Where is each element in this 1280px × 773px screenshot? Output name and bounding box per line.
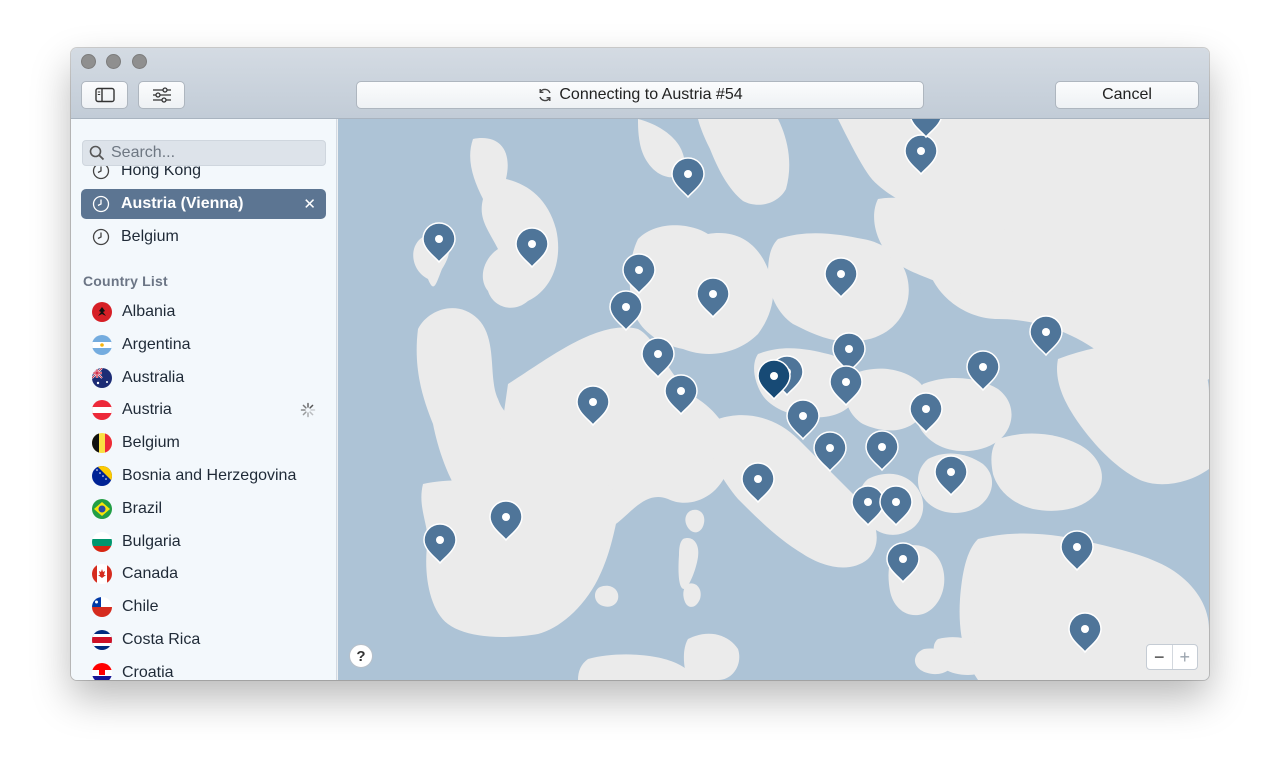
server-pin[interactable] — [786, 399, 820, 441]
server-pin[interactable] — [1029, 315, 1063, 357]
country-item[interactable]: Chile — [81, 592, 326, 622]
costa-rica-flag — [92, 630, 112, 650]
country-label: Canada — [122, 565, 179, 583]
country-label: Austria — [122, 401, 172, 419]
country-label: Chile — [122, 598, 159, 616]
country-item[interactable]: Belgium — [81, 428, 326, 458]
croatia-flag — [92, 662, 112, 680]
search-box[interactable] — [82, 140, 326, 166]
cancel-button[interactable]: Cancel — [1055, 81, 1199, 109]
zoom-control: − + — [1146, 644, 1198, 670]
country-label: Brazil — [122, 499, 163, 517]
chile-flag — [92, 597, 112, 618]
sidebar-icon — [94, 87, 115, 103]
country-item[interactable]: Argentina — [81, 330, 326, 360]
clock-icon — [92, 228, 110, 246]
argentina-flag — [92, 334, 112, 355]
connection-status-bar[interactable]: Connecting to Austria #54 — [356, 81, 924, 109]
app-window: Connecting to Austria #54 Cancel Hong Ko… — [71, 48, 1209, 680]
remove-recent-icon[interactable]: ✕ — [303, 195, 316, 213]
country-item[interactable]: Canada — [81, 559, 326, 589]
country-item[interactable]: Brazil — [81, 494, 326, 524]
country-list-heading: Country List — [83, 273, 168, 289]
recent-item[interactable]: Austria (Vienna) ✕ — [81, 189, 326, 219]
cancel-label: Cancel — [1102, 86, 1152, 103]
country-label: Argentina — [122, 335, 191, 353]
country-item[interactable]: Australia — [81, 363, 326, 393]
server-pin[interactable] — [609, 290, 643, 332]
brazil-flag — [92, 498, 112, 519]
recent-item-label: Austria (Vienna) — [121, 195, 244, 212]
search-icon — [89, 145, 105, 161]
clock-icon — [92, 195, 110, 213]
help-button[interactable]: ? — [349, 644, 373, 668]
country-item[interactable]: Albania — [81, 297, 326, 327]
zoom-window-button[interactable] — [132, 54, 147, 69]
country-label: Bulgaria — [122, 532, 181, 550]
belgium-flag — [92, 433, 112, 454]
country-item[interactable]: Costa Rica — [81, 625, 326, 655]
land-shapes — [413, 119, 1209, 680]
zoom-out-button[interactable]: − — [1147, 645, 1172, 669]
help-label: ? — [356, 647, 366, 665]
country-label: Costa Rica — [122, 631, 201, 648]
country-label: Bosnia and Herzegovina — [122, 467, 297, 484]
country-item[interactable]: Bulgaria — [81, 527, 326, 557]
austria-flag — [92, 400, 112, 421]
recent-item[interactable]: Belgium — [81, 222, 326, 252]
settings-button[interactable] — [138, 81, 185, 109]
recent-item-label: Belgium — [121, 228, 179, 245]
country-label: Albania — [122, 303, 176, 320]
country-item[interactable]: Croatia — [81, 658, 326, 680]
sidebar: Hong KongAustria (Vienna)✕Belgium Countr… — [71, 119, 337, 680]
canada-flag — [92, 564, 112, 585]
server-pin[interactable] — [671, 157, 705, 199]
sliders-icon — [152, 87, 171, 103]
country-item[interactable]: Bosnia and Herzegovina — [81, 461, 326, 491]
connection-status-label: Connecting to Austria #54 — [559, 86, 743, 103]
loading-spinner-icon — [300, 403, 316, 418]
bulgaria-flag — [92, 531, 112, 552]
bosnia-flag — [92, 466, 112, 486]
refresh-icon — [539, 88, 552, 102]
country-label: Croatia — [122, 663, 174, 680]
australia-flag — [92, 367, 112, 388]
country-label: Australia — [122, 368, 185, 386]
albania-flag — [92, 302, 112, 322]
server-pin[interactable] — [865, 430, 899, 472]
minimize-window-button[interactable] — [106, 54, 121, 69]
country-label: Belgium — [122, 434, 180, 452]
zoom-in-button[interactable]: + — [1173, 645, 1198, 669]
titlebar: Connecting to Austria #54 Cancel — [71, 48, 1209, 119]
search-input[interactable] — [111, 144, 311, 162]
sidebar-toggle-button[interactable] — [81, 81, 128, 109]
close-window-button[interactable] — [81, 54, 96, 69]
country-item[interactable]: Austria — [81, 395, 326, 425]
server-map[interactable]: ? − + — [338, 119, 1209, 680]
map-canvas[interactable] — [338, 119, 1209, 680]
